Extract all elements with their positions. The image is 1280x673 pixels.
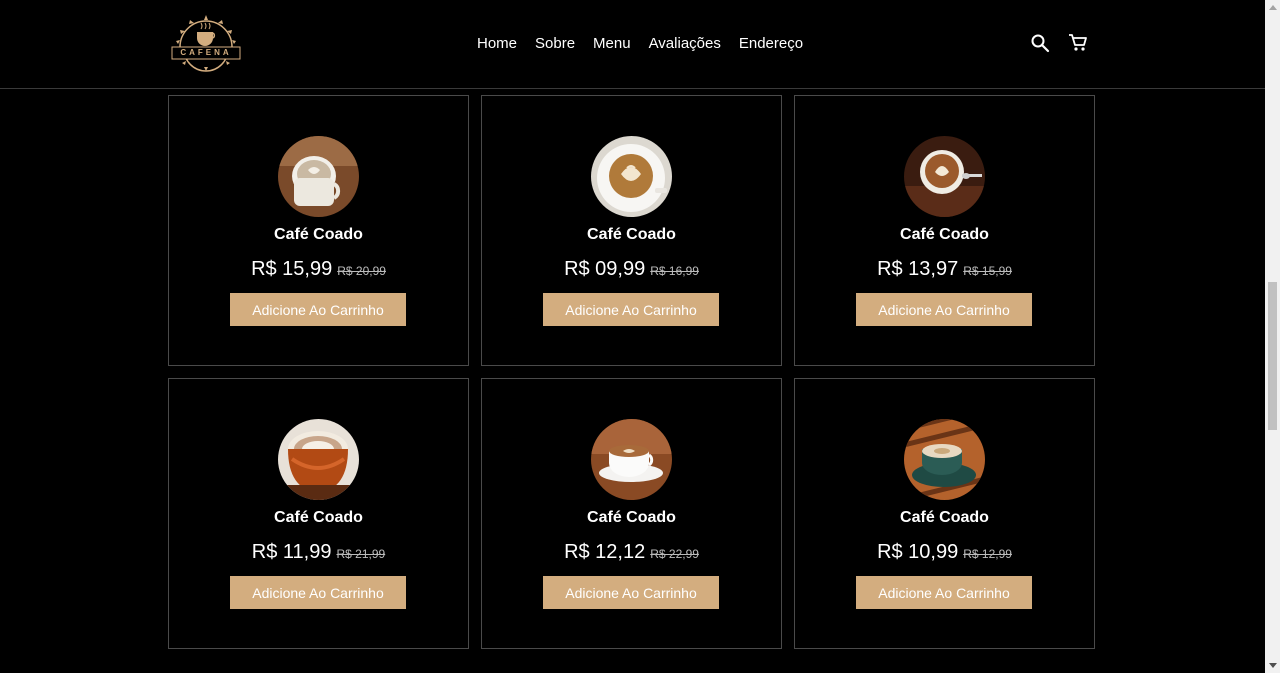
old-price: R$ 16,99 xyxy=(650,264,699,278)
main-nav: Home Sobre Menu Avaliações Endereço xyxy=(477,34,821,54)
add-to-cart-button[interactable]: Adicione Ao Carrinho xyxy=(230,576,406,609)
product-image-latte-cup xyxy=(591,136,672,217)
add-to-cart-button[interactable]: Adicione Ao Carrinho xyxy=(856,293,1032,326)
logo-text: CAFENA xyxy=(180,48,232,57)
product-image-cappuccino-glass xyxy=(278,419,359,500)
current-price: R$ 15,99 xyxy=(251,258,333,280)
old-price: R$ 22,99 xyxy=(650,547,699,561)
scroll-down-arrow-icon[interactable] xyxy=(1265,658,1280,673)
cart-icon[interactable] xyxy=(1068,32,1088,54)
nav-sobre[interactable]: Sobre xyxy=(535,34,575,54)
add-to-cart-button[interactable]: Adicione Ao Carrinho xyxy=(543,576,719,609)
nav-menu[interactable]: Menu xyxy=(593,34,631,54)
product-name: Café Coado xyxy=(274,226,363,243)
add-to-cart-button[interactable]: Adicione Ao Carrinho xyxy=(856,576,1032,609)
product-price: R$ 13,97 R$ 15,99 xyxy=(795,258,1094,281)
product-image-white-cup-saucer xyxy=(591,419,672,500)
current-price: R$ 09,99 xyxy=(564,258,646,280)
search-icon[interactable] xyxy=(1030,32,1050,54)
product-card: Café Coado R$ 10,99 R$ 12,99 Adicione Ao … xyxy=(794,378,1095,649)
site-header: CAFENA Home Sobre Menu Avaliações Endere… xyxy=(0,0,1265,89)
current-price: R$ 11,99 xyxy=(251,541,332,563)
product-card: Café Coado R$ 13,97 R$ 15,99 Adicione Ao … xyxy=(794,95,1095,366)
product-card: Café Coado R$ 09,99 R$ 16,99 Adicione Ao … xyxy=(481,95,782,366)
scroll-up-arrow-icon[interactable] xyxy=(1265,0,1280,15)
product-price: R$ 11,99 R$ 21,99 xyxy=(169,541,468,564)
old-price: R$ 20,99 xyxy=(337,264,386,278)
product-image-latte-art xyxy=(904,136,985,217)
product-image-latte-mug xyxy=(278,136,359,217)
vertical-scrollbar[interactable] xyxy=(1265,0,1280,673)
old-price: R$ 12,99 xyxy=(963,547,1012,561)
product-price: R$ 15,99 R$ 20,99 xyxy=(169,258,468,281)
product-price: R$ 12,12 R$ 22,99 xyxy=(482,541,781,564)
add-to-cart-button[interactable]: Adicione Ao Carrinho xyxy=(543,293,719,326)
scrollbar-thumb[interactable] xyxy=(1268,282,1277,430)
product-price: R$ 10,99 R$ 12,99 xyxy=(795,541,1094,564)
nav-avaliacoes[interactable]: Avaliações xyxy=(649,34,721,54)
old-price: R$ 21,99 xyxy=(336,547,386,561)
nav-home[interactable]: Home xyxy=(477,34,517,54)
product-card: Café Coado R$ 12,12 R$ 22,99 Adicione Ao … xyxy=(481,378,782,649)
old-price: R$ 15,99 xyxy=(963,264,1012,278)
nav-endereco[interactable]: Endereço xyxy=(739,34,803,54)
current-price: R$ 12,12 xyxy=(564,541,646,563)
product-card: Café Coado R$ 11,99 R$ 21,99 Adicione Ao … xyxy=(168,378,469,649)
logo-badge-icon xyxy=(171,15,241,72)
header-icons xyxy=(1030,32,1088,54)
product-name: Café Coado xyxy=(587,226,676,243)
product-image-green-cup xyxy=(904,419,985,500)
add-to-cart-button[interactable]: Adicione Ao Carrinho xyxy=(230,293,406,326)
product-name: Café Coado xyxy=(900,226,989,243)
product-name: Café Coado xyxy=(587,509,676,526)
product-card: Café Coado R$ 15,99 R$ 20,99 Adicione Ao … xyxy=(168,95,469,366)
current-price: R$ 13,97 xyxy=(877,258,959,280)
product-name: Café Coado xyxy=(274,509,363,526)
product-price: R$ 09,99 R$ 16,99 xyxy=(482,258,781,281)
cafena-logo[interactable]: CAFENA xyxy=(168,11,244,75)
product-name: Café Coado xyxy=(900,509,989,526)
current-price: R$ 10,99 xyxy=(877,541,959,563)
